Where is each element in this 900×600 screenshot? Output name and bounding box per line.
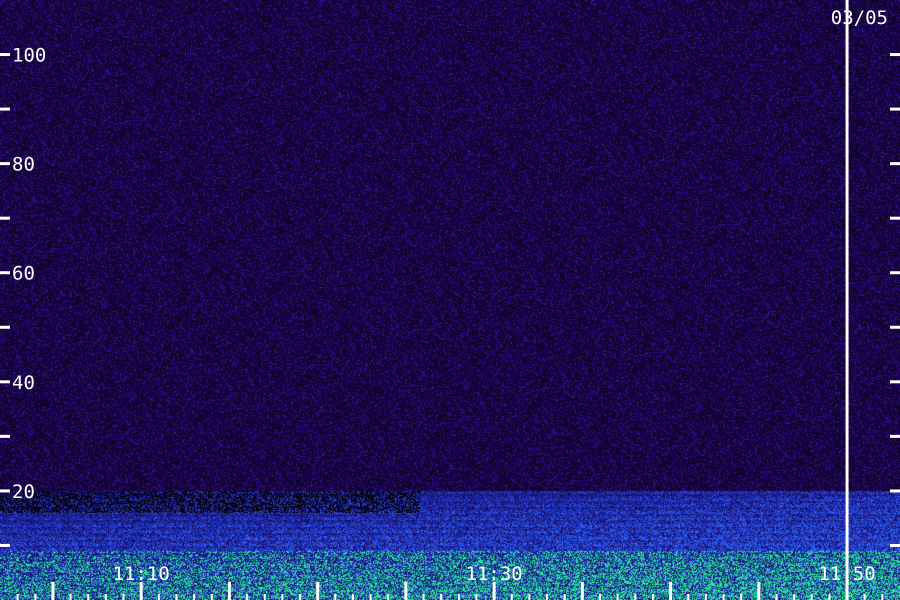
date-label: 03/05	[831, 7, 888, 29]
x-tick-label: 11:50	[818, 563, 875, 585]
y-tick-label: 40	[12, 372, 35, 394]
x-tick-label: 11:10	[113, 563, 170, 585]
y-tick-label: 20	[12, 481, 35, 503]
y-axis: 20 40 60 80 100	[0, 45, 900, 547]
spectrogram-chart: 20 40 60 80 100 11:10 11:30 11:50 03/05	[0, 0, 900, 600]
y-tick-label: 60	[12, 263, 35, 285]
spectrogram-axes: 20 40 60 80 100 11:10 11:30 11:50 03/05	[0, 0, 900, 600]
x-axis: 11:10 11:30 11:50	[16, 563, 884, 600]
y-tick-label: 80	[12, 154, 35, 176]
y-tick-label: 100	[12, 45, 46, 67]
x-tick-label: 11:30	[466, 563, 523, 585]
